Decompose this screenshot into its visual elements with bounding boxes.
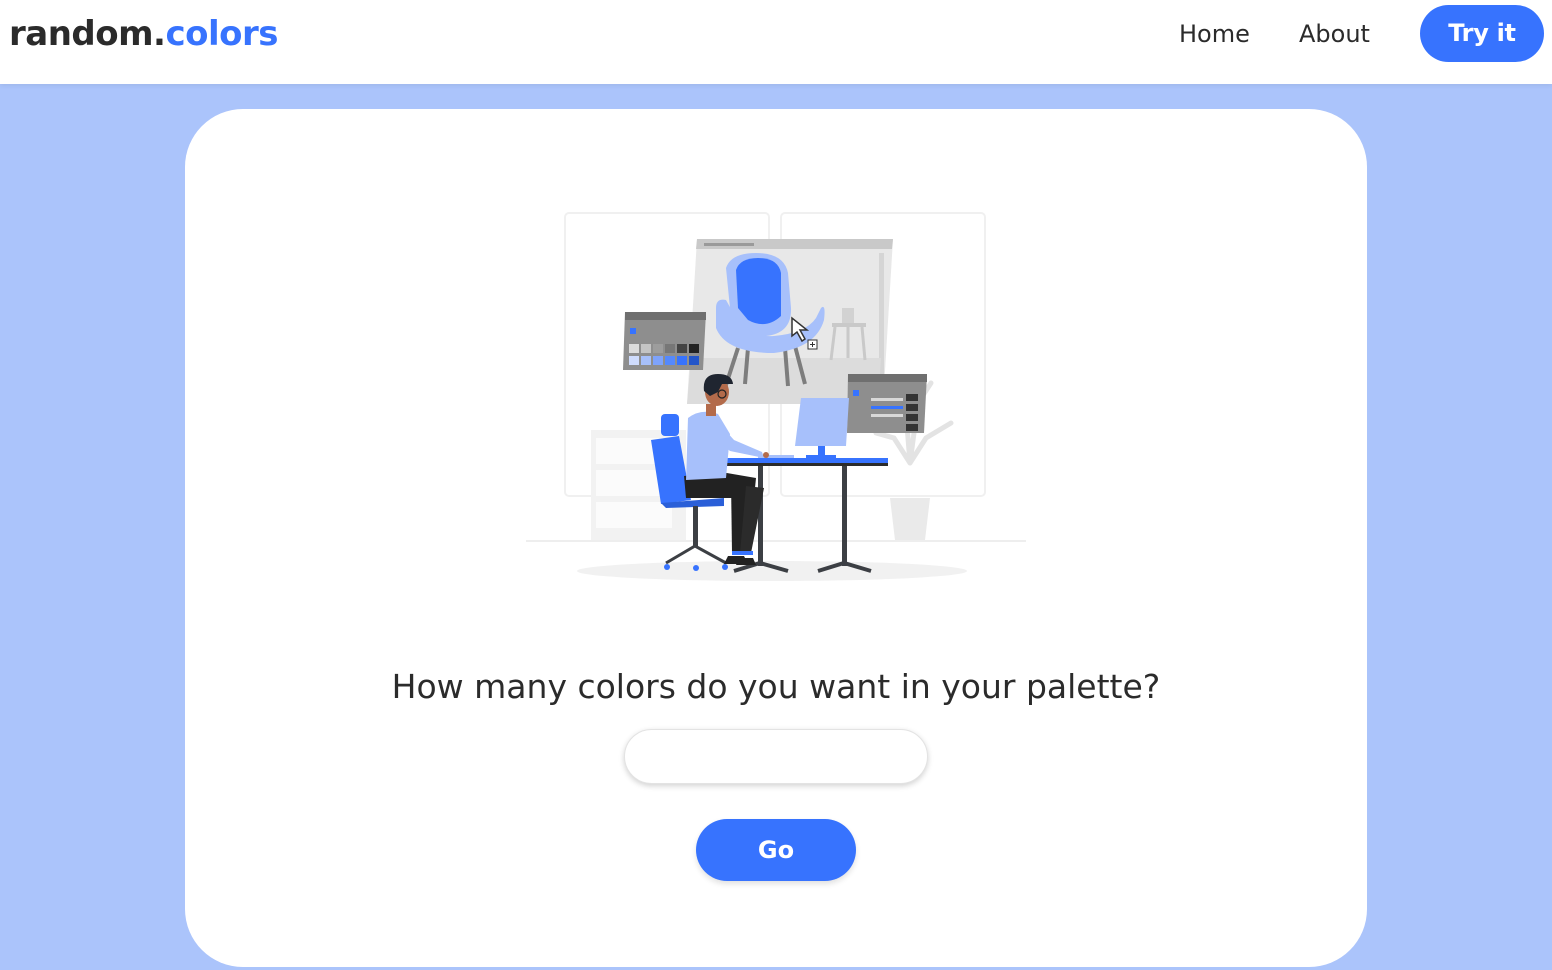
nav-about-link[interactable]: About [1299, 18, 1370, 50]
nav-home-link[interactable]: Home [1179, 18, 1250, 50]
try-it-button[interactable]: Try it [1420, 5, 1544, 62]
palette-panel-graphic [623, 312, 706, 370]
logo-text: random. [9, 14, 166, 54]
site-logo[interactable]: random.colors [9, 12, 278, 56]
layers-panel-graphic [847, 374, 927, 433]
go-button[interactable]: Go [696, 819, 856, 881]
color-count-input[interactable] [624, 729, 928, 784]
top-navbar: random.colors Home About Try it [0, 0, 1552, 84]
logo-accent-text: colors [165, 14, 278, 54]
designer-at-desk-illustration [526, 212, 1026, 581]
palette-card: How many colors do you want in your pale… [185, 109, 1367, 967]
palette-question: How many colors do you want in your pale… [391, 667, 1161, 706]
